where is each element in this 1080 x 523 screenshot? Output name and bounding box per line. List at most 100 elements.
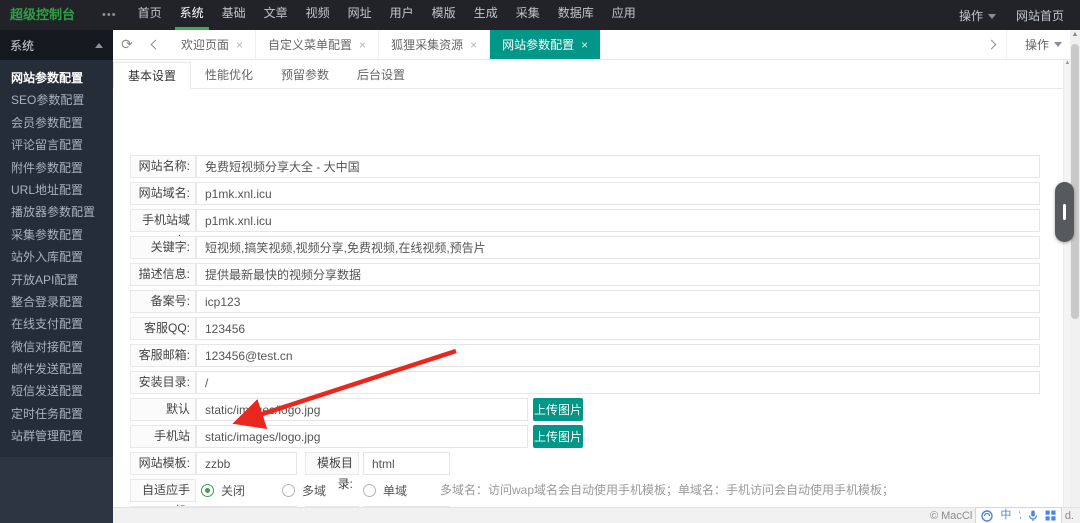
- sidebar-item[interactable]: 网站参数配置: [0, 67, 113, 89]
- sidebar-item[interactable]: 短信发送配置: [0, 380, 113, 402]
- sidebar-item[interactable]: 在线支付配置: [0, 313, 113, 335]
- sidebar-item[interactable]: 站群管理配置: [0, 425, 113, 447]
- menu-ellipsis-icon[interactable]: •••: [96, 0, 129, 30]
- refresh-icon[interactable]: ⟳: [113, 30, 141, 59]
- top-menu-item[interactable]: 应用: [607, 0, 641, 30]
- radio-label: 单域: [383, 482, 407, 499]
- site-domain-input[interactable]: [196, 182, 1040, 205]
- sidebar-item[interactable]: 定时任务配置: [0, 403, 113, 425]
- field-label: 网站名称:: [130, 155, 196, 178]
- close-icon[interactable]: ×: [581, 38, 588, 52]
- mobile-logo-input[interactable]: [196, 425, 528, 448]
- site-home-link[interactable]: 网站首页: [1016, 7, 1064, 24]
- session-tab[interactable]: 欢迎页面 ×: [169, 30, 256, 59]
- field-label: 备案号:: [130, 290, 196, 313]
- ime-logo-icon[interactable]: [981, 510, 993, 522]
- top-menu-item[interactable]: 生成: [469, 0, 503, 30]
- settings-tab[interactable]: 性能优化: [191, 62, 267, 88]
- drag-handle-grip: [1063, 204, 1066, 220]
- keywords-input[interactable]: [196, 236, 1040, 259]
- microphone-icon[interactable]: [1028, 510, 1038, 522]
- description-input[interactable]: [196, 263, 1040, 286]
- tabbar-operate-label: 操作: [1025, 36, 1049, 53]
- scrollbar-thumb[interactable]: [1071, 44, 1079, 319]
- sidebar-item[interactable]: URL地址配置: [0, 179, 113, 201]
- close-icon[interactable]: ×: [359, 38, 366, 52]
- radio-option[interactable]: 单域: [363, 482, 407, 499]
- top-menu-item[interactable]: 文章: [259, 0, 293, 30]
- close-icon[interactable]: ×: [236, 38, 243, 52]
- sidebar-item[interactable]: 微信对接配置: [0, 336, 113, 358]
- session-tab[interactable]: 自定义菜单配置 ×: [256, 30, 379, 59]
- radio-icon[interactable]: [282, 484, 295, 497]
- field-row-install-dir: 安装目录:: [113, 369, 1063, 396]
- session-tab-label: 欢迎页面: [181, 36, 229, 53]
- top-menu-item[interactable]: 模版: [427, 0, 461, 30]
- scroll-up-icon[interactable]: ▲: [1070, 31, 1080, 38]
- sidebar-item[interactable]: 播放器参数配置: [0, 201, 113, 223]
- site-name-input[interactable]: [196, 155, 1040, 178]
- top-menu-item[interactable]: 系统: [175, 0, 209, 30]
- install-dir-input[interactable]: [196, 371, 1040, 394]
- settings-tab[interactable]: 基本设置: [113, 62, 191, 89]
- sidebar-group-system[interactable]: 系统: [0, 30, 113, 60]
- upload-mobile-logo-button[interactable]: 上传图片: [533, 425, 583, 448]
- ime-toolbox-grid-icon[interactable]: [1045, 510, 1056, 521]
- top-menu-item[interactable]: 用户: [385, 0, 419, 30]
- sidebar-item[interactable]: 采集参数配置: [0, 224, 113, 246]
- collapse-up-icon: [95, 43, 103, 48]
- field-label: 自适应手机:: [130, 479, 196, 502]
- session-tab-label: 自定义菜单配置: [268, 36, 352, 53]
- top-menu-item[interactable]: 视频: [301, 0, 335, 30]
- top-menu-item[interactable]: 采集: [511, 0, 545, 30]
- sidebar-item[interactable]: 会员参数配置: [0, 112, 113, 134]
- scroll-tabs-right-button[interactable]: [978, 30, 1006, 59]
- content-scrollbar[interactable]: ▲: [1063, 60, 1070, 507]
- top-menu-item[interactable]: 基础: [217, 0, 251, 30]
- top-menu-item[interactable]: 数据库: [553, 0, 599, 30]
- sidebar-item[interactable]: 整合登录配置: [0, 291, 113, 313]
- field-label: 描述信息:: [130, 263, 196, 286]
- field-label: 模板目录:: [305, 452, 359, 475]
- radio-label: 关闭: [221, 482, 245, 499]
- radio-icon[interactable]: [201, 484, 214, 497]
- field-label: 网站域名:: [130, 182, 196, 205]
- site-template-input[interactable]: [196, 452, 297, 475]
- upload-logo-button[interactable]: 上传图片: [533, 398, 583, 421]
- page-scrollbar[interactable]: ▲: [1070, 30, 1080, 523]
- settings-tab[interactable]: 预留参数: [267, 62, 343, 88]
- session-tab[interactable]: 网站参数配置 ×: [490, 30, 601, 59]
- sidebar-item[interactable]: 评论留言配置: [0, 134, 113, 156]
- template-dir-input[interactable]: [363, 452, 450, 475]
- sidebar-item[interactable]: 邮件发送配置: [0, 358, 113, 380]
- field-label: 网站模板:: [130, 452, 196, 475]
- sidebar-item[interactable]: 附件参数配置: [0, 157, 113, 179]
- session-tabs: 欢迎页面 × 自定义菜单配置 × 狐狸采集资源 × 网站参数配置 ×: [169, 30, 601, 59]
- top-menu-item[interactable]: 首页: [133, 0, 167, 30]
- service-email-input[interactable]: [196, 344, 1040, 367]
- side-drag-handle[interactable]: [1055, 182, 1074, 242]
- radio-option[interactable]: 关闭: [201, 482, 245, 499]
- icp-input[interactable]: [196, 290, 1040, 313]
- topbar-operate-dropdown[interactable]: 操作: [959, 7, 996, 24]
- radio-option[interactable]: 多域: [282, 482, 326, 499]
- sidebar-item[interactable]: SEO参数配置: [0, 89, 113, 111]
- chevron-right-icon: [987, 40, 997, 50]
- top-menu-item[interactable]: 网址: [343, 0, 377, 30]
- ime-punctuation-icon[interactable]: ’,: [1018, 508, 1021, 523]
- mobile-domain-input[interactable]: [196, 209, 1040, 232]
- radio-icon[interactable]: [363, 484, 376, 497]
- settings-panel: 基本设置性能优化预留参数后台设置 网站名称: 网站域名: 手机站域名: 关键字:…: [113, 60, 1063, 507]
- sidebar-item[interactable]: 开放API配置: [0, 269, 113, 291]
- default-logo-input[interactable]: [196, 398, 528, 421]
- sidebar-item[interactable]: 站外入库配置: [0, 246, 113, 268]
- settings-tab[interactable]: 后台设置: [343, 62, 419, 88]
- scroll-tabs-left-button[interactable]: [141, 30, 169, 59]
- close-icon[interactable]: ×: [470, 38, 477, 52]
- ime-language-mode-icon[interactable]: 中: [1000, 508, 1011, 523]
- tabbar-operate-dropdown[interactable]: 操作: [1006, 30, 1080, 59]
- field-label: 手机站LOGO:: [130, 425, 196, 448]
- service-qq-input[interactable]: [196, 317, 1040, 340]
- settings-tabs: 基本设置性能优化预留参数后台设置: [113, 62, 1063, 89]
- session-tab[interactable]: 狐狸采集资源 ×: [379, 30, 490, 59]
